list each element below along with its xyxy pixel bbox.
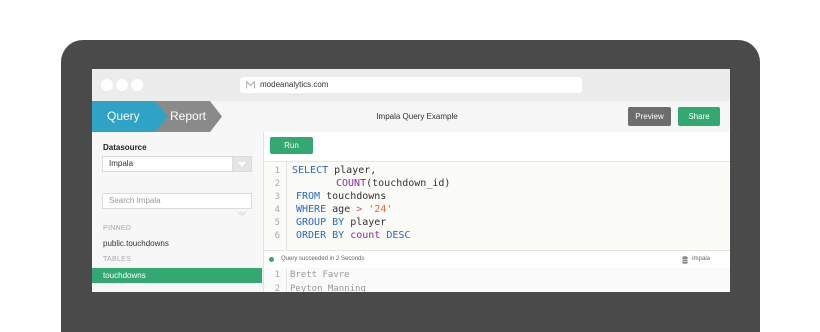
datasource-value: Impala <box>109 159 134 168</box>
pinned-section-label: PINNED <box>103 225 132 232</box>
tables-section-label: TABLES <box>103 256 132 263</box>
database-icon <box>682 256 688 264</box>
success-dot-icon <box>269 257 274 262</box>
query-status-bar: Query succeeded in 2 Seconds Impala <box>264 250 730 269</box>
status-datasource: Impala <box>692 256 711 262</box>
line-number: 5 <box>274 218 280 228</box>
code-line: GROUP BY player <box>296 217 387 228</box>
run-button[interactable]: Run <box>270 137 313 154</box>
code-line: ORDER BY count DESC <box>296 230 411 241</box>
app-screen: modeanalytics.com Report Query Impala Qu… <box>92 69 730 292</box>
table-row[interactable]: Peyton Manning <box>290 284 366 292</box>
window-minimize-dot[interactable] <box>116 79 128 91</box>
line-number: 1 <box>274 166 280 176</box>
datasource-label: Datasource <box>103 143 147 152</box>
code-line: WHERE age > '24' <box>296 204 393 215</box>
report-title: Impala Query Example <box>376 112 458 121</box>
window-close-dot[interactable] <box>101 79 113 91</box>
table-row[interactable]: Brett Favre <box>290 270 350 280</box>
scroll-indicator-icon <box>237 212 247 217</box>
code-line: COUNT(touchdown_id) <box>336 178 451 189</box>
line-number: 3 <box>274 192 280 202</box>
results-gutter: 1 2 <box>264 268 287 292</box>
status-message: Query succeeded in 2 Seconds <box>281 256 365 262</box>
code-line: SELECT player, <box>292 165 377 176</box>
sidebar-item-public-touchdowns[interactable]: public.touchdowns <box>103 239 169 248</box>
address-bar[interactable]: modeanalytics.com <box>240 77 582 93</box>
code-line: FROM touchdowns <box>296 191 387 202</box>
line-number: 2 <box>274 179 280 189</box>
row-number: 1 <box>274 270 280 280</box>
app-header: Report Query Impala Query Example Previe… <box>92 101 730 133</box>
share-button[interactable]: Share <box>678 107 720 126</box>
query-panel: Run 1 2 3 4 5 6 SELECT player, COUNT(tou… <box>264 132 730 292</box>
chevron-down-icon[interactable] <box>232 157 251 171</box>
preview-button[interactable]: Preview <box>628 107 671 126</box>
line-gutter: 1 2 3 4 5 6 <box>264 162 287 250</box>
line-number: 4 <box>274 205 280 215</box>
line-number: 6 <box>274 231 280 241</box>
row-number: 2 <box>274 284 280 292</box>
url-text: modeanalytics.com <box>260 80 329 89</box>
sidebar-item-touchdowns[interactable]: touchdowns <box>92 268 262 283</box>
datasource-select[interactable]: Impala <box>102 156 252 172</box>
sidebar: Datasource Impala Search Impala PINNED p… <box>92 132 264 292</box>
search-input[interactable]: Search Impala <box>102 193 252 209</box>
browser-chrome: modeanalytics.com <box>92 69 730 101</box>
window-maximize-dot[interactable] <box>131 79 143 91</box>
results-table: 1 2 Brett Favre Peyton Manning <box>264 268 730 292</box>
sql-editor[interactable]: 1 2 3 4 5 6 SELECT player, COUNT(touchdo… <box>264 162 730 250</box>
run-toolbar: Run <box>264 132 730 162</box>
tab-query[interactable]: Query <box>92 101 168 132</box>
mode-logo-icon <box>246 81 255 89</box>
